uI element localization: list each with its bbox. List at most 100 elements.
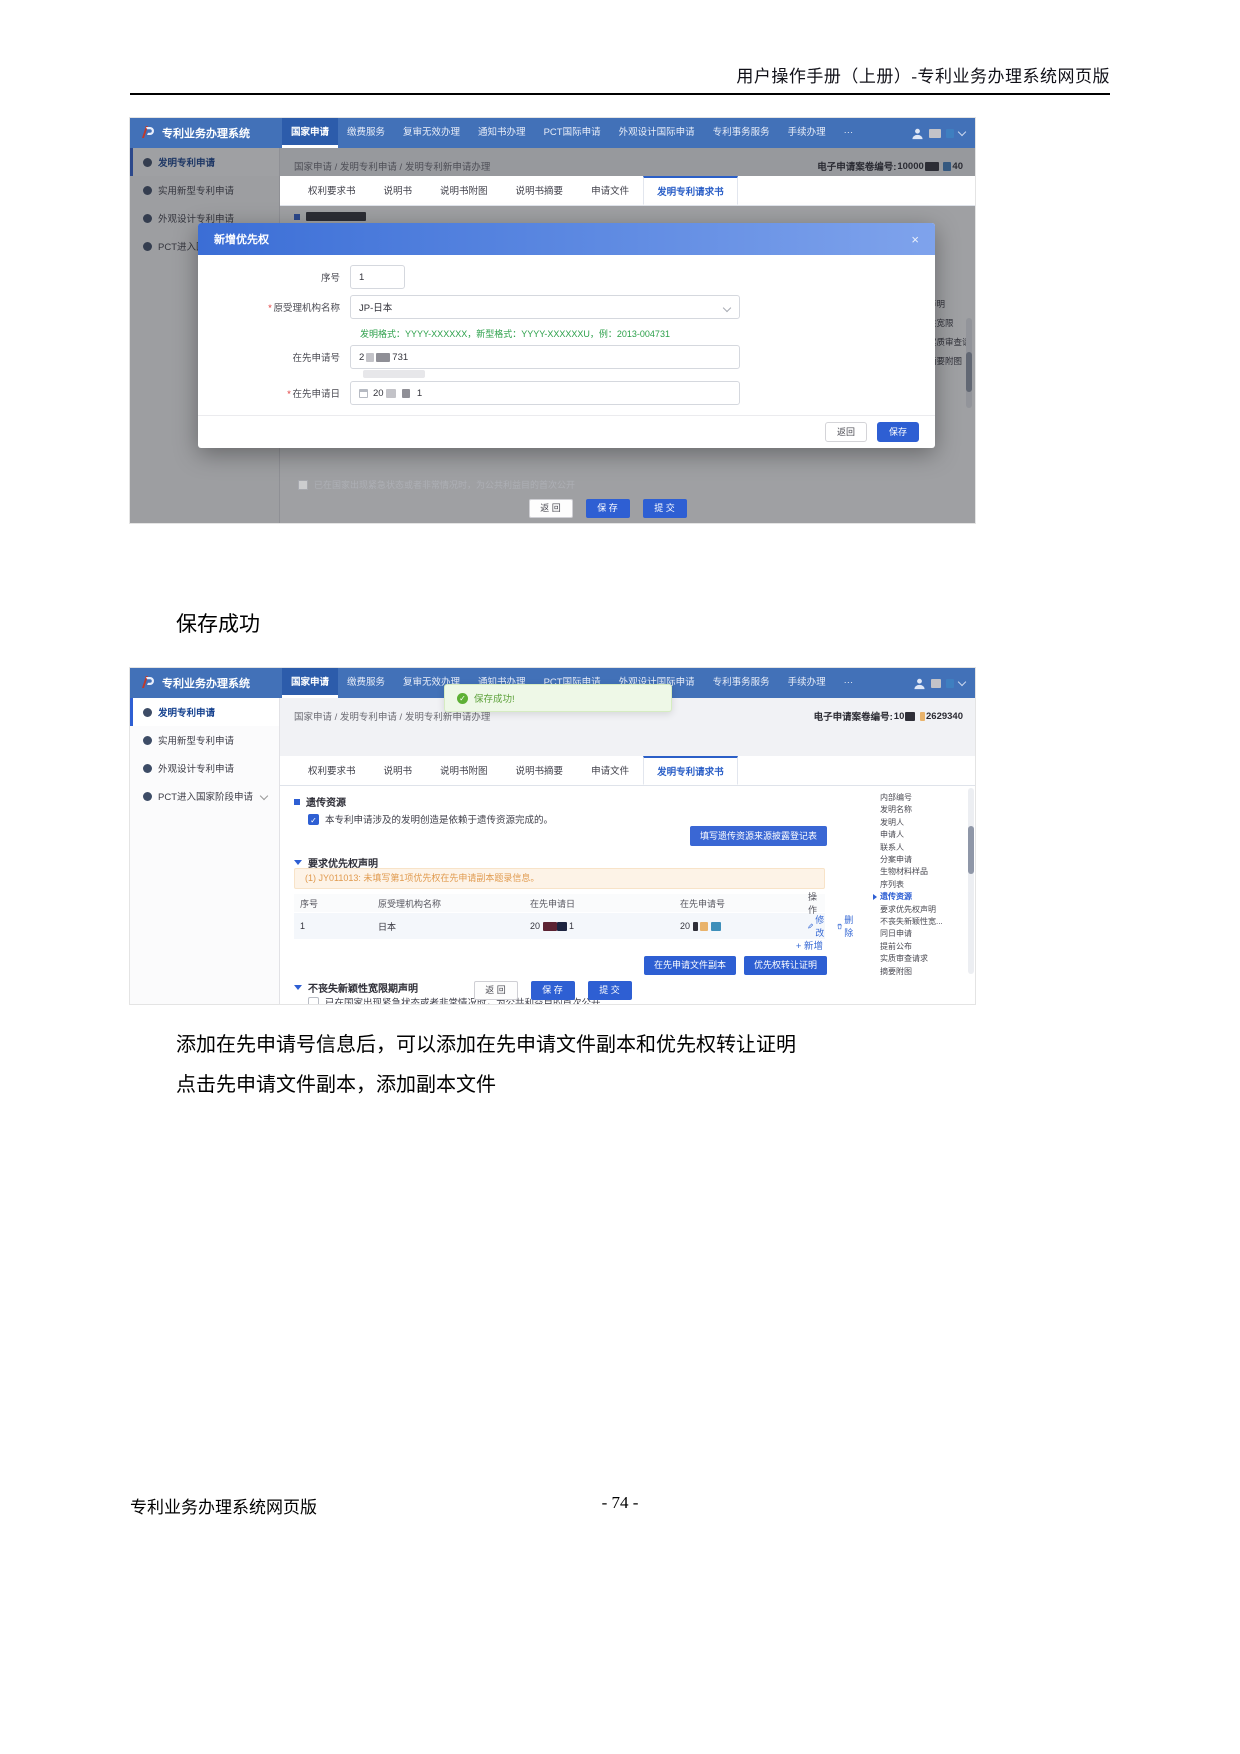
- screenshot-add-priority-dialog: 专利业务办理系统 国家申请 缴费服务 复审无效办理 通知书办理 PCT国际申请 外观设计国…: [130, 118, 975, 523]
- prior-date-input[interactable]: 20 1: [350, 381, 740, 405]
- delete-link[interactable]: 删除: [837, 913, 856, 939]
- nav-menu-item[interactable]: 国家申请: [282, 118, 339, 148]
- save-button[interactable]: 保 存: [530, 981, 575, 1000]
- nav-menu-item[interactable]: 缴费服务: [338, 118, 394, 148]
- nav-menu-item[interactable]: 通知书办理: [469, 118, 535, 148]
- anchor-link[interactable]: 提前公布: [873, 941, 965, 953]
- anchor-link[interactable]: 联系人: [873, 842, 965, 854]
- close-icon[interactable]: ×: [911, 233, 919, 246]
- nav-menu-item[interactable]: PCT国际申请: [535, 118, 610, 148]
- body-paragraph-1: 添加在先申请号信息后，可以添加在先申请文件副本和优先权转让证明: [176, 1034, 796, 1056]
- nav-menu-item[interactable]: ···: [835, 118, 863, 148]
- document-tab[interactable]: 说明书附图: [426, 176, 502, 205]
- anchor-panel: 内部编号 发明名称 发明人 申请人 联系人 分案申请 生物材料样品 序列表 遗传…: [873, 792, 965, 979]
- prior-date-label: * 在先申请日: [286, 389, 340, 400]
- document-tab[interactable]: 说明书摘要: [502, 756, 578, 785]
- active-arrow-icon: [873, 932, 877, 938]
- anchor-link[interactable]: 遗传资源: [873, 891, 965, 903]
- anchor-link[interactable]: 摘要附图: [873, 966, 965, 978]
- manual-header-title: 用户操作手册（上册）-专利业务办理系统网页版: [736, 67, 1110, 86]
- edit-link[interactable]: 修改: [808, 913, 827, 939]
- document-tab[interactable]: 权利要求书: [294, 756, 370, 785]
- document-tab[interactable]: 申请文件: [577, 176, 643, 205]
- document-tab[interactable]: 发明专利请求书: [643, 756, 738, 785]
- nav-menu-item[interactable]: 复审无效办理: [394, 118, 469, 148]
- dialog-back-button[interactable]: 返回: [825, 422, 867, 442]
- sidebar-item[interactable]: PCT进入国家阶段申请: [130, 782, 279, 810]
- submit-button[interactable]: 提 交: [642, 499, 687, 518]
- nav-menu-item[interactable]: ···: [835, 668, 863, 698]
- document-tabs: 权利要求书 说明书 说明书附图 说明书摘要 申请文件 发明专利请求书: [280, 756, 975, 786]
- toast-message: 保存成功!: [474, 694, 515, 705]
- office-label: * 原受理机构名称: [267, 303, 340, 314]
- nav-menu-item[interactable]: 手续办理: [779, 668, 835, 698]
- active-arrow-icon: [873, 882, 877, 888]
- sidebar-item[interactable]: 发明专利申请: [130, 698, 279, 726]
- document-tab[interactable]: 权利要求书: [294, 176, 370, 205]
- checkbox-checked-icon[interactable]: ✓: [308, 813, 319, 825]
- section-caret-icon[interactable]: [294, 860, 302, 865]
- document-tab[interactable]: 说明书附图: [426, 756, 502, 785]
- anchor-link[interactable]: 申请人: [873, 829, 965, 841]
- anchor-link[interactable]: 同日申请: [873, 928, 965, 940]
- priority-transfer-cert-button[interactable]: 优先权转让证明: [743, 956, 827, 975]
- prior-application-copy-button[interactable]: 在先申请文件副本: [643, 956, 736, 975]
- anchor-link[interactable]: 不丧失新颖性宽...: [873, 916, 965, 928]
- scrollbar-track[interactable]: [968, 788, 974, 974]
- dialog-header: 新增优先权 ×: [198, 223, 935, 255]
- nav-menu-item[interactable]: 专利事务服务: [704, 118, 779, 148]
- save-button[interactable]: 保 存: [585, 499, 630, 518]
- anchor-link[interactable]: 发明人: [873, 817, 965, 829]
- active-arrow-icon: [873, 894, 877, 901]
- caption-save-success: 保存成功: [176, 612, 260, 636]
- chevron-down-icon[interactable]: [957, 677, 967, 686]
- anchor-link[interactable]: 内部编号: [873, 792, 965, 804]
- nav-menu-item[interactable]: 缴费服务: [338, 668, 394, 698]
- anchor-link[interactable]: 生物材料样品: [873, 866, 965, 878]
- app-brand: 专利业务办理系统: [130, 675, 282, 691]
- scrollbar-thumb[interactable]: [968, 826, 974, 874]
- app-title: 专利业务办理系统: [162, 128, 250, 140]
- anchor-link[interactable]: 要求优先权声明: [873, 904, 965, 916]
- document-tab[interactable]: 发明专利请求书: [643, 176, 738, 205]
- nav-menu-item[interactable]: 手续办理: [779, 118, 835, 148]
- chevron-down-icon[interactable]: [957, 127, 967, 136]
- document-tab[interactable]: 说明书: [370, 176, 427, 205]
- office-select[interactable]: JP-日本: [350, 295, 740, 319]
- app-title: 专利业务办理系统: [162, 678, 250, 690]
- sidebar-item[interactable]: 实用新型专利申请: [130, 726, 279, 754]
- priority-table: 序号 原受理机构名称 在先申请日 在先申请号 操作 1 日本 20 1 20 修改: [294, 892, 853, 939]
- nav-menu-item[interactable]: 国家申请: [282, 668, 339, 698]
- anchor-link[interactable]: 序列表: [873, 879, 965, 891]
- document-tab[interactable]: 说明书: [370, 756, 427, 785]
- info-circle-icon: [143, 707, 152, 717]
- efiling-case-number: 电子申请案卷编号: 10 2629340: [813, 710, 963, 724]
- page-bottom-band: 已在国家出现紧急状态或者非常情况时，为公共利益目的首次公开 返 回 保 存 提 …: [280, 479, 975, 523]
- check-circle-icon: ✓: [457, 692, 468, 704]
- active-arrow-icon: [873, 820, 877, 826]
- genetic-disclosure-form-button[interactable]: 填写遗传资源来源披露登记表: [689, 826, 827, 846]
- redaction-smudge: [363, 370, 425, 378]
- back-button[interactable]: 返 回: [528, 499, 573, 518]
- anchor-link[interactable]: 实质审查请求: [873, 953, 965, 965]
- user-avatar-icon[interactable]: [911, 127, 924, 140]
- back-button[interactable]: 返 回: [473, 981, 518, 1000]
- user-avatar-icon[interactable]: [913, 677, 926, 690]
- seq-input[interactable]: 1: [350, 265, 405, 289]
- active-arrow-icon: [873, 944, 877, 950]
- nav-menu-item[interactable]: 专利事务服务: [704, 668, 779, 698]
- pencil-icon: [808, 923, 814, 929]
- submit-button[interactable]: 提 交: [587, 981, 632, 1000]
- active-arrow-icon: [873, 857, 877, 863]
- prior-number-input[interactable]: 2 731: [350, 345, 740, 369]
- document-tab[interactable]: 说明书摘要: [502, 176, 578, 205]
- dialog-save-button[interactable]: 保存: [877, 422, 919, 442]
- nav-menu-item[interactable]: 外观设计国际申请: [610, 118, 704, 148]
- anchor-link[interactable]: 分案申请: [873, 854, 965, 866]
- active-arrow-icon: [873, 907, 877, 913]
- document-tab[interactable]: 申请文件: [577, 756, 643, 785]
- anchor-link[interactable]: 发明名称: [873, 804, 965, 816]
- add-priority-link[interactable]: + 新增: [796, 938, 823, 952]
- header-rule: [130, 93, 1110, 95]
- sidebar-item[interactable]: 外观设计专利申请: [130, 754, 279, 782]
